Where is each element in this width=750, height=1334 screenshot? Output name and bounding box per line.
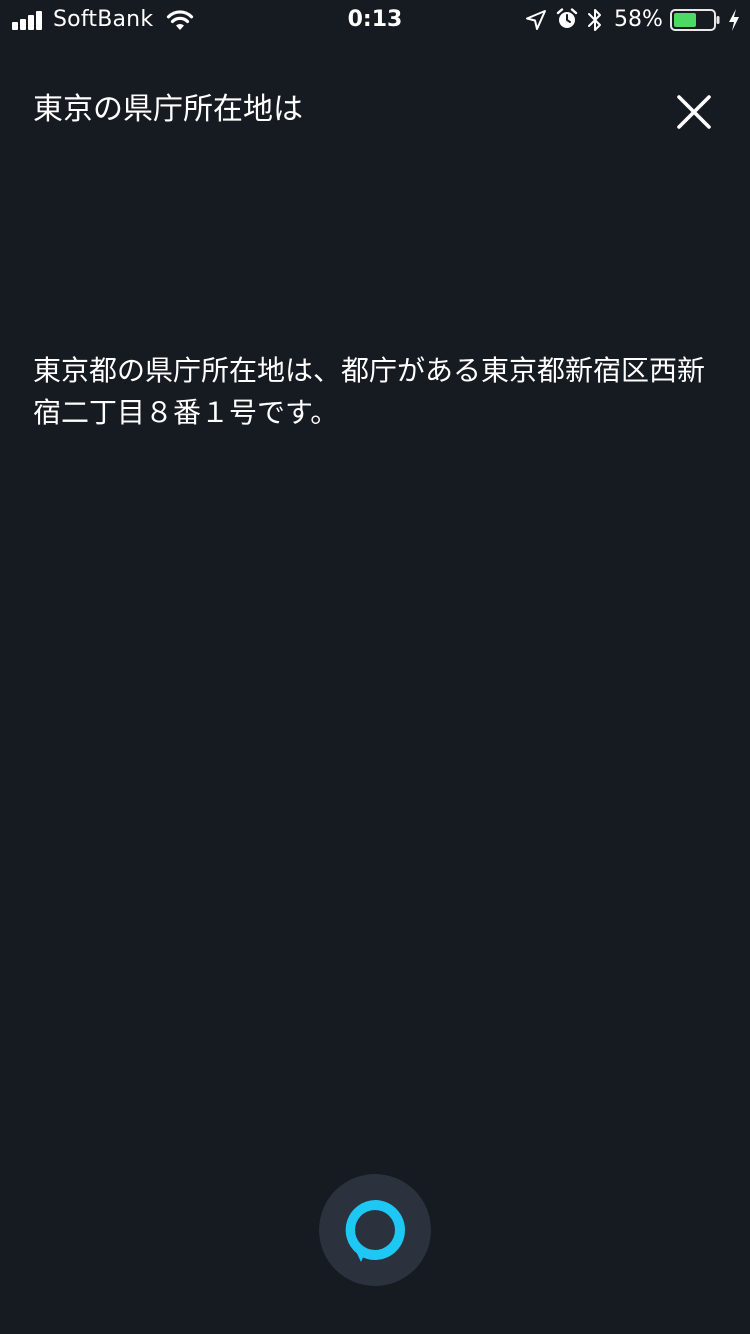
query-title: 東京の県庁所在地は <box>33 92 303 127</box>
battery-percent: 58% <box>614 7 663 32</box>
location-icon <box>526 10 546 30</box>
close-button[interactable] <box>672 90 716 134</box>
close-icon <box>677 95 711 129</box>
status-bar: SoftBank 0:13 58% <box>0 0 750 40</box>
battery-icon <box>670 9 720 31</box>
alexa-voice-button[interactable] <box>319 1174 431 1286</box>
alexa-ring-icon <box>345 1200 405 1262</box>
alarm-icon <box>556 8 578 28</box>
charging-icon <box>729 9 739 31</box>
bluetooth-icon <box>588 9 601 31</box>
answer-text: 東京都の県庁所在地は、都庁がある東京都新宿区西新宿二丁目８番１号です。 <box>33 354 706 429</box>
